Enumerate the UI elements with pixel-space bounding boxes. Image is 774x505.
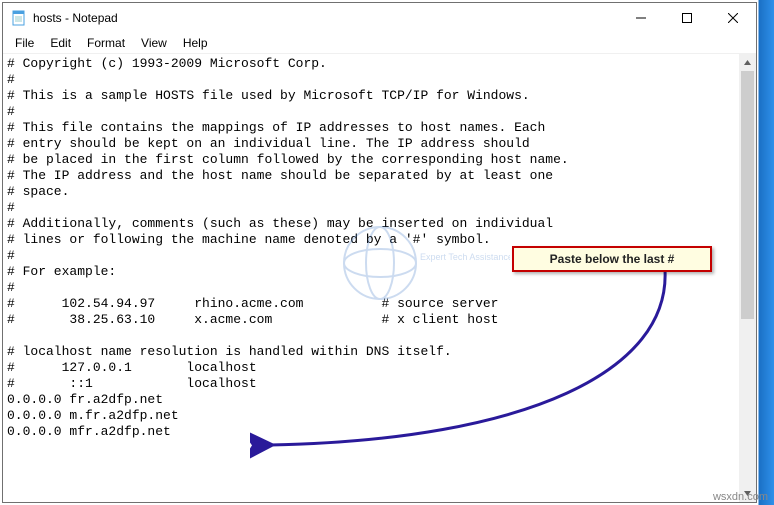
scroll-track[interactable] <box>739 71 756 485</box>
menu-bar: File Edit Format View Help <box>3 33 756 53</box>
menu-view[interactable]: View <box>133 34 175 52</box>
site-watermark: wsxdn.com <box>713 491 768 503</box>
window-title: hosts - Notepad <box>33 11 118 25</box>
scroll-up-arrow-icon[interactable] <box>739 54 756 71</box>
notepad-icon <box>11 10 27 26</box>
minimize-button[interactable] <box>618 3 664 33</box>
text-editor[interactable]: # Copyright (c) 1993-2009 Microsoft Corp… <box>3 54 739 502</box>
scroll-thumb[interactable] <box>741 71 754 319</box>
close-button[interactable] <box>710 3 756 33</box>
menu-file[interactable]: File <box>7 34 42 52</box>
vertical-scrollbar[interactable] <box>739 54 756 502</box>
title-bar[interactable]: hosts - Notepad <box>3 3 756 33</box>
menu-format[interactable]: Format <box>79 34 133 52</box>
annotation-callout: Paste below the last # <box>512 246 712 272</box>
annotation-text: Paste below the last # <box>550 252 675 266</box>
menu-help[interactable]: Help <box>175 34 216 52</box>
maximize-button[interactable] <box>664 3 710 33</box>
editor-area: # Copyright (c) 1993-2009 Microsoft Corp… <box>3 53 756 502</box>
menu-edit[interactable]: Edit <box>42 34 79 52</box>
